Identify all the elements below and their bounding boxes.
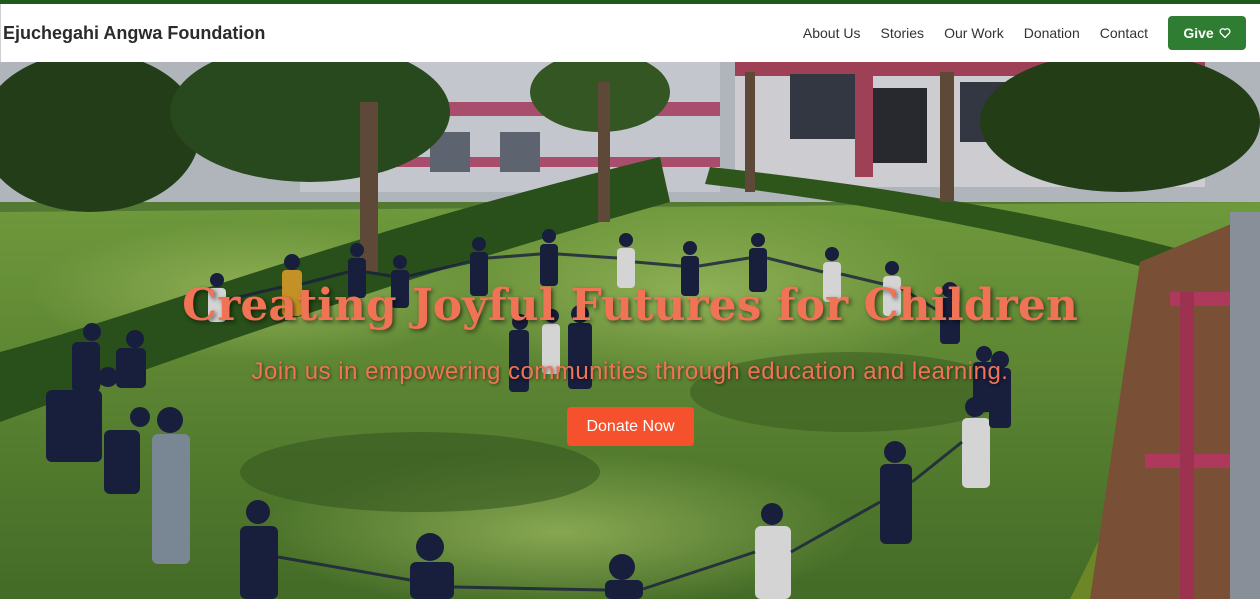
site-brand[interactable]: Ejuchegahi Angwa Foundation — [1, 23, 265, 44]
hero-subtitle: Join us in empowering communities throug… — [251, 358, 1009, 385]
hero-title: Creating Joyful Futures for Children — [182, 280, 1078, 331]
nav-links: About Us Stories Our Work Donation Conta… — [803, 4, 1260, 62]
hero-section: Creating Joyful Futures for Children Joi… — [0, 62, 1260, 599]
donate-now-button[interactable]: Donate Now — [567, 407, 694, 446]
nav-link-stories[interactable]: Stories — [880, 25, 924, 41]
heart-icon — [1219, 28, 1231, 39]
nav-link-our-work[interactable]: Our Work — [944, 25, 1004, 41]
nav-link-about-us[interactable]: About Us — [803, 25, 861, 41]
give-button[interactable]: Give — [1168, 16, 1246, 50]
give-button-label: Give — [1183, 25, 1214, 41]
nav-link-contact[interactable]: Contact — [1100, 25, 1148, 41]
nav-link-donation[interactable]: Donation — [1024, 25, 1080, 41]
navbar: Ejuchegahi Angwa Foundation About Us Sto… — [0, 4, 1260, 62]
